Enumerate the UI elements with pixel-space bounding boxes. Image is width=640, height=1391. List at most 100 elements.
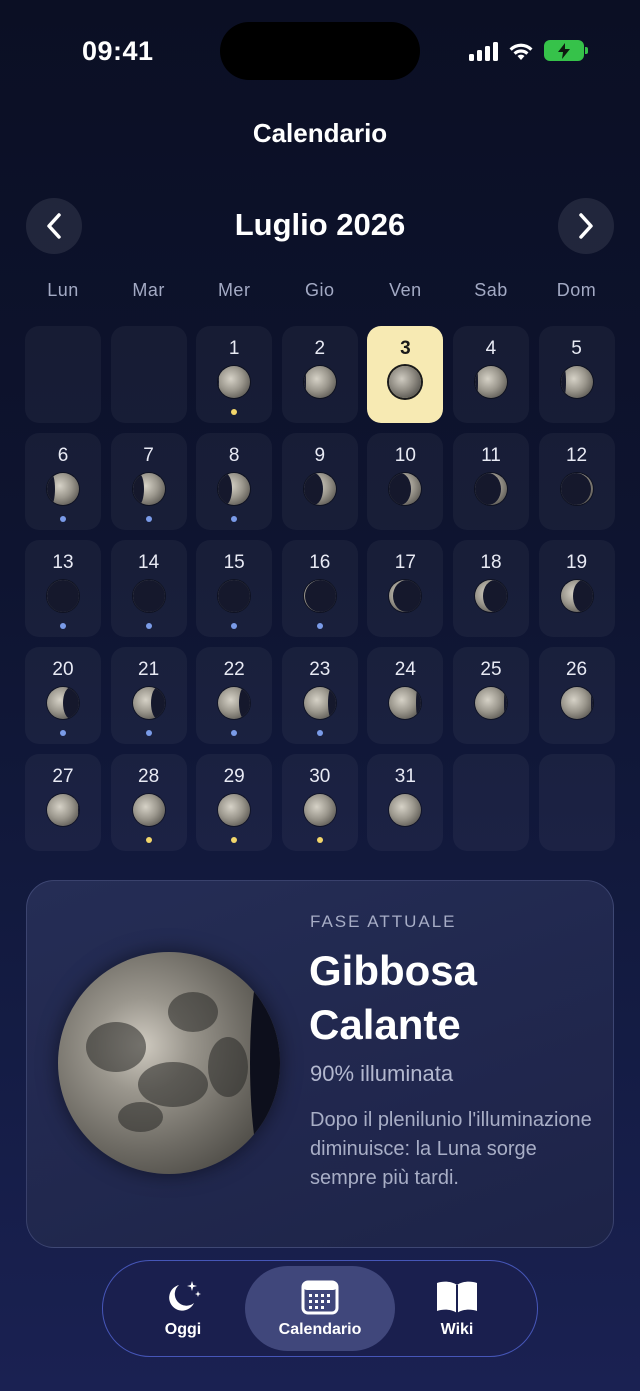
calendar-day[interactable]: 6 xyxy=(25,433,101,530)
calendar-day[interactable]: 5 xyxy=(538,326,615,423)
calendar-day[interactable]: 15 xyxy=(196,540,273,637)
day-number: 27 xyxy=(52,766,74,787)
calendar-day[interactable]: 1 xyxy=(196,326,273,423)
calendar-day[interactable]: 14 xyxy=(110,540,187,637)
moon-phase-icon xyxy=(389,473,422,505)
calendar-day[interactable]: 30 xyxy=(281,754,358,851)
calendar-day-empty xyxy=(538,754,615,851)
day-number: 14 xyxy=(138,552,160,573)
tab-wiki[interactable]: Wiki xyxy=(382,1266,532,1351)
calendar-day[interactable]: 19 xyxy=(538,540,615,637)
phase-label: FASE ATTUALE xyxy=(310,912,457,931)
month-title: Luglio 2026 xyxy=(234,207,406,242)
calendar-icon xyxy=(301,1280,339,1314)
status-time: 09:41 xyxy=(82,36,154,66)
moon-phase-icon xyxy=(218,473,251,505)
event-dot xyxy=(316,623,323,629)
tab-label: Oggi xyxy=(164,1320,202,1338)
battery-icon xyxy=(544,40,588,61)
moon-phase-icon xyxy=(47,473,79,505)
weekday-label: Dom xyxy=(556,280,597,300)
day-number: 10 xyxy=(394,445,416,466)
calendar-day[interactable]: 26 xyxy=(538,647,615,744)
day-number: 26 xyxy=(565,659,588,680)
moon-phase-icon xyxy=(47,580,79,612)
calendar-grid: 1 2 3 4 5 6 7 8 9 10 11 12 13 14 15 16 17 18 19 20 21 22 23 24 2… xyxy=(25,326,615,851)
moon-phase-icon xyxy=(303,366,336,398)
day-number: 29 xyxy=(223,766,245,787)
book-icon xyxy=(437,1281,477,1313)
event-dot xyxy=(145,837,152,843)
tab-oggi[interactable]: Oggi xyxy=(108,1266,258,1351)
calendar-day[interactable]: 16 xyxy=(281,540,358,637)
phase-illumination: 90% illuminata xyxy=(310,1061,454,1086)
tab-calendario[interactable]: Calendario xyxy=(245,1266,395,1351)
moon-phase-icon xyxy=(218,580,251,612)
day-number: 21 xyxy=(138,659,160,680)
day-number: 1 xyxy=(228,338,240,359)
weekday-label: Sab xyxy=(474,280,508,300)
weekday-label: Mer xyxy=(217,280,251,300)
weekday-label: Lun xyxy=(47,280,79,300)
calendar-day[interactable]: 9 xyxy=(281,433,358,530)
day-number: 12 xyxy=(565,445,588,466)
calendar-day[interactable]: 29 xyxy=(196,754,273,851)
weekday-label: Gio xyxy=(305,280,335,300)
moon-phase-icon xyxy=(303,580,336,612)
calendar-day[interactable]: 21 xyxy=(110,647,187,744)
phase-title: Gibbosa Calante xyxy=(309,947,478,1048)
moon-phase-icon xyxy=(303,473,336,505)
calendar-day[interactable]: 27 xyxy=(25,754,101,851)
cellular-signal-icon xyxy=(469,41,498,61)
moon-phase-icon xyxy=(303,794,336,826)
calendar-day[interactable]: 17 xyxy=(367,540,444,637)
moon-phase-image xyxy=(58,952,280,1174)
day-number: 20 xyxy=(52,659,74,680)
weekday-header: Lun Mar Mer Gio Ven Sab Dom xyxy=(25,280,615,301)
calendar-day[interactable]: 22 xyxy=(196,647,273,744)
day-number: 2 xyxy=(314,338,326,359)
moon-phase-icon xyxy=(474,580,507,612)
calendar-day[interactable]: 23 xyxy=(281,647,358,744)
moon-phase-icon xyxy=(560,687,593,719)
day-number: 25 xyxy=(480,659,502,680)
moon-phase-icon xyxy=(474,687,507,719)
calendar-day[interactable]: 10 xyxy=(367,433,444,530)
calendar-day[interactable]: 20 xyxy=(25,647,101,744)
event-dot xyxy=(231,730,238,736)
moon-phase-icon xyxy=(389,794,422,826)
calendar-day[interactable]: 11 xyxy=(452,433,529,530)
calendar-day[interactable]: 25 xyxy=(452,647,529,744)
moon-phase-icon xyxy=(47,687,79,719)
day-number: 3 xyxy=(400,338,411,359)
calendar-day[interactable]: 13 xyxy=(25,540,101,637)
day-number: 24 xyxy=(394,659,416,680)
tab-label: Wiki xyxy=(440,1320,474,1338)
dynamic-island xyxy=(220,22,420,80)
calendar-day[interactable]: 24 xyxy=(367,647,444,744)
moon-phase-icon xyxy=(132,687,165,719)
next-month-button[interactable] xyxy=(558,198,614,254)
day-number: 18 xyxy=(480,552,502,573)
calendar-day[interactable]: 2 xyxy=(281,326,358,423)
calendar-day[interactable]: 12 xyxy=(538,433,615,530)
calendar-day[interactable]: 18 xyxy=(452,540,529,637)
calendar-day[interactable]: 4 xyxy=(452,326,529,423)
calendar-day-empty xyxy=(110,326,187,423)
calendar-day[interactable]: 31 xyxy=(367,754,444,851)
moon-phase-icon xyxy=(132,794,165,826)
day-number: 28 xyxy=(138,766,160,787)
day-number: 31 xyxy=(394,766,416,787)
event-dot xyxy=(231,516,238,522)
moon-phase-icon xyxy=(218,366,251,398)
moon-stars-icon xyxy=(169,1280,201,1311)
calendar-day-today[interactable]: 3 xyxy=(367,326,444,423)
moon-phase-icon xyxy=(560,473,593,505)
weekday-label: Mar xyxy=(132,280,165,300)
event-dot xyxy=(231,837,238,843)
moon-phase-icon xyxy=(218,687,251,719)
calendar-day[interactable]: 28 xyxy=(110,754,187,851)
calendar-day[interactable]: 7 xyxy=(110,433,187,530)
calendar-day[interactable]: 8 xyxy=(196,433,273,530)
day-number: 22 xyxy=(223,659,245,680)
